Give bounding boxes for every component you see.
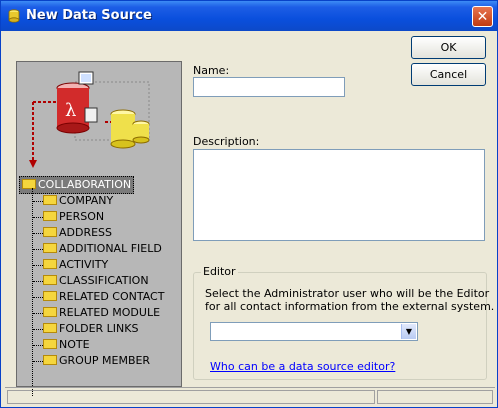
folder-icon: [43, 323, 57, 333]
title-bar[interactable]: New Data Source ✕: [1, 1, 497, 31]
status-bar: [5, 387, 495, 405]
tree-item-label: GROUP MEMBER: [59, 354, 151, 367]
dialog-frame: New Data Source ✕ λ COLLABORATION COMPAN…: [0, 0, 498, 408]
tree-connector: [33, 297, 43, 298]
tree-root-collaboration[interactable]: COLLABORATION: [19, 176, 135, 194]
data-source-illustration: λ: [29, 71, 150, 168]
folder-icon: [43, 243, 57, 253]
tree-connector: [33, 249, 43, 250]
svg-text:λ: λ: [65, 100, 76, 121]
tree-item-label: FOLDER LINKS: [59, 322, 139, 335]
tree-item-label: PERSON: [59, 210, 105, 223]
folder-icon: [43, 291, 57, 301]
tree-item-note[interactable]: NOTE: [43, 337, 90, 353]
tree-connector: [33, 217, 43, 218]
tree-item-related-contact[interactable]: RELATED CONTACT: [43, 289, 164, 305]
tree-item-related-module[interactable]: RELATED MODULE: [43, 305, 160, 321]
database-icon: [8, 9, 20, 23]
tree-item-person[interactable]: PERSON: [43, 209, 104, 225]
folder-icon: [43, 339, 57, 349]
tree-connector: [33, 201, 43, 202]
name-label: Name:: [193, 64, 230, 77]
tree-connector: [33, 361, 43, 362]
tree-item-label: CLASSIFICATION: [59, 274, 149, 287]
tree-item-label: ADDRESS: [59, 226, 113, 239]
folder-icon: [43, 259, 57, 269]
tree-item-label: NOTE: [59, 338, 90, 351]
cancel-button[interactable]: Cancel: [411, 63, 486, 86]
ok-button[interactable]: OK: [411, 36, 486, 59]
chevron-down-icon[interactable]: ▼: [401, 324, 416, 339]
tree-item-folder-links[interactable]: FOLDER LINKS: [43, 321, 138, 337]
editor-select[interactable]: ▼: [210, 322, 418, 341]
dialog-window: New Data Source ✕ λ COLLABORATION COMPAN…: [0, 0, 498, 408]
folder-icon: [43, 211, 57, 221]
editor-group-title: Editor: [201, 265, 238, 278]
tree-item-label: ACTIVITY: [59, 258, 109, 271]
status-pane-main: [7, 390, 375, 404]
dialog-body: λ COLLABORATION COMPANY PERSON ADDRESS A…: [5, 31, 495, 404]
folder-icon: [43, 355, 57, 365]
tree-item-address[interactable]: ADDRESS: [43, 225, 112, 241]
name-input[interactable]: [193, 77, 345, 97]
tree-item-group-member[interactable]: GROUP MEMBER: [43, 353, 150, 369]
editor-help-link[interactable]: Who can be a data source editor?: [210, 360, 395, 373]
tree-connector: [33, 313, 43, 314]
description-textarea[interactable]: [193, 149, 485, 241]
tree-item-label: RELATED CONTACT: [59, 290, 165, 303]
editor-instructions-line2: for all contact information from the ext…: [205, 300, 495, 313]
folder-open-icon: [22, 179, 36, 189]
tree-connector: [33, 345, 43, 346]
folder-icon: [43, 307, 57, 317]
folder-icon: [43, 227, 57, 237]
tree-connector: [33, 265, 43, 266]
tree-item-activity[interactable]: ACTIVITY: [43, 257, 108, 273]
editor-instructions-line1: Select the Administrator user who will b…: [205, 287, 490, 300]
tree-item-label: RELATED MODULE: [59, 306, 161, 319]
tree-connector: [33, 281, 43, 282]
tree-item-label: ADDITIONAL FIELD: [59, 242, 162, 255]
entity-tree-panel: λ COLLABORATION COMPANY PERSON ADDRESS A…: [16, 61, 182, 396]
window-title: New Data Source: [26, 8, 152, 23]
tree-connector: [33, 233, 43, 234]
tree-connector: [33, 329, 43, 330]
description-label: Description:: [193, 135, 260, 148]
tree-item-classification[interactable]: CLASSIFICATION: [43, 273, 149, 289]
tree-item-company[interactable]: COMPANY: [43, 193, 113, 209]
tree-item-additional-field[interactable]: ADDITIONAL FIELD: [43, 241, 162, 257]
close-button[interactable]: ✕: [472, 6, 493, 27]
status-pane-secondary: [377, 390, 493, 404]
tree-item-label: COMPANY: [59, 194, 114, 207]
tree-root-label: COLLABORATION: [38, 178, 132, 191]
tree-connector: [32, 188, 33, 396]
folder-icon: [43, 195, 57, 205]
folder-icon: [43, 275, 57, 285]
